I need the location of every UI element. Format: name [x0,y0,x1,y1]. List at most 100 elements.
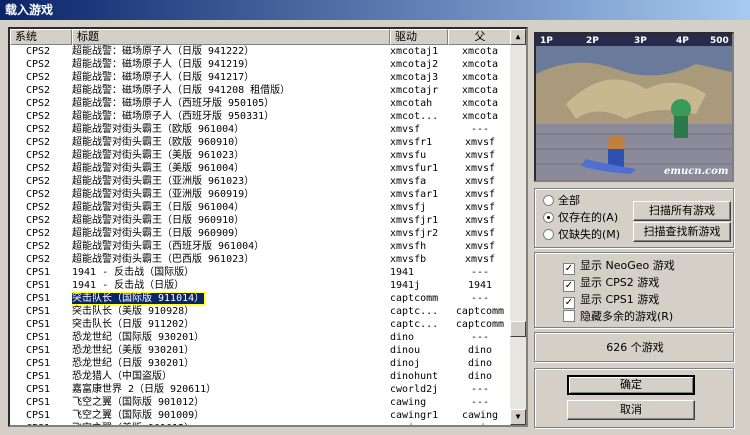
table-row[interactable]: CPS2 超能战警对街头霸王（亚洲版 960919） xmvsfar1 xmvsf [10,188,512,201]
row-parent-text: xmcota [461,111,499,122]
radio-all[interactable]: 全部 [543,193,580,209]
row-system: CPS2 [26,227,72,240]
hide-extra-checkbox[interactable]: 隐藏多余的游戏(R) [563,309,673,325]
table-row[interactable]: CPS2 超能战警对街头霸王（欧版 960910） xmvsfr1 xmvsf [10,136,512,149]
row-driver: xmvsfur1 [390,162,448,175]
table-row[interactable]: CPS1 飞空之翼（美版 901012） cawingu cawing [10,422,512,425]
radio-available[interactable]: 仅存在的(A) [543,210,618,226]
row-parent-text: --- [470,293,490,304]
row-driver-text: dino [390,332,415,343]
table-row[interactable]: CPS2 超能战警对街头霸王（西班牙版 961004） xmvsfh xmvsf [10,240,512,253]
table-row[interactable]: CPS1 恐龙世纪（日版 930201） dinoj dino [10,357,512,370]
row-driver: captc... [390,318,448,331]
row-title: 1941 - 反击战（日版） [72,279,390,292]
row-parent: xmvsf [448,240,512,253]
scroll-up-arrow-icon[interactable]: ▲ [510,29,526,45]
row-driver-text: xmvsfa [390,176,427,187]
table-row[interactable]: CPS2 超能战警对街头霸王（美版 961023） xmvsfu xmvsf [10,149,512,162]
checkbox-box[interactable] [563,310,575,322]
table-row[interactable]: CPS2 超能战警：磁场原子人（西班牙版 950331） xmcot... xmcot… [10,110,512,123]
radio-dot[interactable] [543,195,554,206]
row-parent-text: xmvsf [464,176,496,187]
table-row[interactable]: CPS1 突击队长（日版 911202） captc... captcomm [10,318,512,331]
hud-3p: 3P [634,36,647,46]
scroll-thumb[interactable] [510,321,526,337]
row-system: CPS2 [26,123,72,136]
column-title[interactable]: 标题 [72,29,390,45]
hud-score: 500 [710,36,729,46]
table-row[interactable]: CPS2 超能战警对街头霸王（日版 960910） xmvsfjr1 xmvsf [10,214,512,227]
table-row[interactable]: CPS2 超能战警：磁场原子人（日版 941222） xmcotaj1 xmcota [10,45,512,58]
show-cps2-checkbox[interactable]: ✓ 显示 CPS2 游戏 [563,275,659,292]
row-system-text: CPS2 [26,150,51,161]
row-driver-text: xmvsfjr1 [390,215,439,226]
table-row[interactable]: CPS1 恐龙世纪（美版 930201） dinou dino [10,344,512,357]
window-title: 载入游戏 [0,0,750,20]
table-row[interactable]: CPS1 飞空之翼（国际版 901009） cawingr1 cawing [10,409,512,422]
column-driver[interactable]: 驱动 [390,29,448,45]
table-row[interactable]: CPS2 超能战警对街头霸王（亚洲版 961023） xmvsfa xmvsf [10,175,512,188]
row-title-text: 超能战警对街头霸王（巴西版 961023） [72,254,255,265]
row-title-text: 超能战警对街头霸王（美版 961023） [72,150,245,161]
table-row[interactable]: CPS2 超能战警：磁场原子人（日版 941217） xmcotaj3 xmcota [10,71,512,84]
table-row[interactable]: CPS2 超能战警对街头霸王（日版 961004） xmvsfj xmvsf [10,201,512,214]
scan-all-button[interactable]: 扫描所有游戏 [633,201,731,221]
table-row[interactable]: CPS2 超能战警：磁场原子人（日版 941219） xmcotaj2 xmcota [10,58,512,71]
row-driver-text: cawing [390,397,427,408]
table-row[interactable]: CPS1 嘉富康世界 2（日版 920611） cworld2j --- [10,383,512,396]
row-system-text: CPS1 [26,293,51,304]
row-system-text: CPS2 [26,137,51,148]
table-row[interactable]: CPS2 超能战警对街头霸王（巴西版 961023） xmvsfb xmvsf [10,253,512,266]
row-system: CPS2 [26,110,72,123]
column-parent[interactable]: 父 [448,29,512,45]
cancel-button[interactable]: 取消 [567,400,695,420]
table-row[interactable]: CPS2 超能战警：磁场原子人（西班牙版 950105） xmcotah xmcota [10,97,512,110]
row-title: 1941 - 反击战（国际版） [72,266,390,279]
table-row[interactable]: CPS1 1941 - 反击战（日版） 1941j 1941 [10,279,512,292]
row-parent: 1941 [448,279,512,292]
hud-1p: 1P [540,36,553,46]
table-row[interactable]: CPS2 超能战警对街头霸王（欧版 961004） xmvsf --- [10,123,512,136]
table-row[interactable]: CPS1 突击队长（美版 910928） captc... captcomm [10,305,512,318]
row-system: CPS1 [26,370,72,383]
table-row[interactable]: CPS1 恐龙猎人（中国盗版） dinohunt dino [10,370,512,383]
show-cps1-checkbox[interactable]: ✓ 显示 CPS1 游戏 [563,292,659,309]
list-scrollbar[interactable]: ▲ ▼ [510,29,526,425]
row-parent: captcomm [448,318,512,331]
table-row[interactable]: CPS2 超能战警对街头霸王（日版 960909） xmvsfjr2 xmvsf [10,227,512,240]
row-parent: xmcota [448,110,512,123]
row-title-text: 超能战警：磁场原子人（日版 941219） [72,59,255,70]
hud-2p: 2P [586,36,599,46]
row-title-text: 1941 - 反击战（国际版） [72,267,195,278]
radio-dot[interactable] [543,229,554,240]
show-neogeo-checkbox[interactable]: ✓ 显示 NeoGeo 游戏 [563,258,675,275]
row-system-text: CPS2 [26,241,51,252]
show-neogeo-label: 显示 NeoGeo 游戏 [580,259,675,272]
scroll-down-arrow-icon[interactable]: ▼ [510,409,526,425]
scan-new-button[interactable]: 扫描查找新游戏 [633,222,731,242]
checkmark-icon[interactable]: ✓ [563,280,575,292]
game-count: 626 个游戏 [606,341,664,354]
row-system-text: CPS1 [26,306,51,317]
table-row[interactable]: CPS1 飞空之翼（国际版 901012） cawing --- [10,396,512,409]
table-row[interactable]: CPS1 突击队长（国际版 911014） captcomm --- [10,292,512,305]
ok-button[interactable]: 确定 [567,375,695,395]
column-system[interactable]: 系统 [10,29,72,45]
checkmark-icon[interactable]: ✓ [563,263,575,275]
table-row[interactable]: CPS1 恐龙世纪（国际版 930201） dino --- [10,331,512,344]
row-driver: xmvsfar1 [390,188,448,201]
radio-dot[interactable] [543,212,554,223]
row-driver: cawingr1 [390,409,448,422]
game-list[interactable]: 系统 标题 驱动 父 CPS2 超能战警：磁场原子人（日版 941222） xmco… [8,27,528,427]
table-row[interactable]: CPS2 超能战警：磁场原子人（日版 941208 租借版） xmcotajr xmc… [10,84,512,97]
row-title-text: 超能战警：磁场原子人（西班牙版 950331） [72,111,275,122]
row-driver: xmcotajr [390,84,448,97]
table-row[interactable]: CPS2 超能战警对街头霸王（美版 961004） xmvsfur1 xmvsf [10,162,512,175]
radio-missing[interactable]: 仅缺失的(M) [543,227,620,243]
table-row[interactable]: CPS1 1941 - 反击战（国际版） 1941 --- [10,266,512,279]
row-driver: xmvsf [390,123,448,136]
row-title-text: 飞空之翼（美版 901012） [72,423,194,425]
row-driver: xmcot... [390,110,448,123]
checkmark-icon[interactable]: ✓ [563,297,575,309]
row-title-text: 恐龙猎人（中国盗版） [72,371,172,382]
